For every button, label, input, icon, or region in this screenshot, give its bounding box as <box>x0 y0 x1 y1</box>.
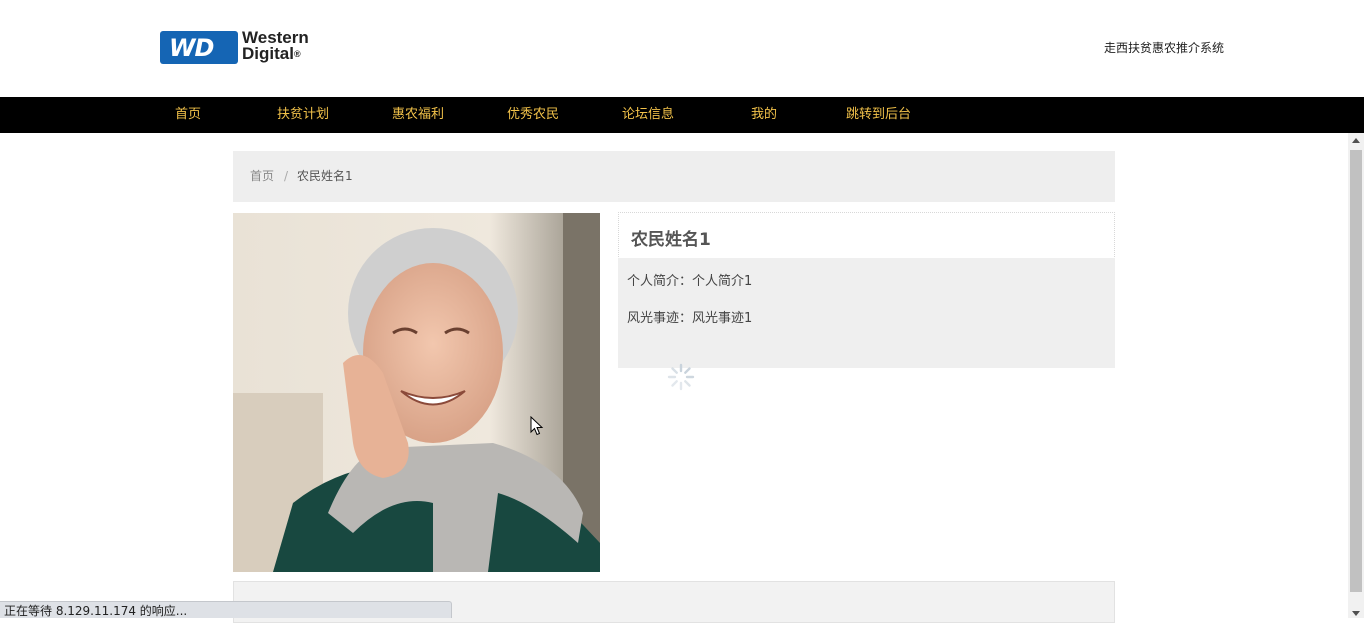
wd-logo-reg: ® <box>293 49 301 59</box>
intro-value: 个人简介1 <box>692 274 753 289</box>
nav-item-farmer-welfare[interactable]: 惠农福利 <box>392 97 444 133</box>
scroll-down-arrow-icon[interactable] <box>1352 611 1360 616</box>
western-digital-logo[interactable]: WD Western Digital® <box>160 29 332 66</box>
wd-logo-line2: Digital <box>242 44 294 63</box>
nav-item-mine[interactable]: 我的 <box>751 97 777 133</box>
nav-item-poverty-plan[interactable]: 扶贫计划 <box>277 97 329 133</box>
story-row: 风光事迹：风光事迹1 <box>627 307 752 326</box>
breadcrumb: 首页 / 农民姓名1 <box>233 151 1115 202</box>
intro-row: 个人简介：个人简介1 <box>627 270 752 289</box>
page-scrollbar[interactable] <box>1348 133 1364 618</box>
site-name: 走西扶贫惠农推介系统 <box>1103 41 1224 55</box>
mouse-cursor-icon <box>530 416 544 436</box>
nav-item-forum[interactable]: 论坛信息 <box>622 97 674 133</box>
story-value: 风光事迹1 <box>692 311 753 326</box>
breadcrumb-separator: / <box>284 169 289 183</box>
scroll-up-arrow-icon[interactable] <box>1352 138 1360 143</box>
wd-logo-mark: WD <box>160 31 238 64</box>
wd-logo-wordmark: Western Digital® <box>242 29 332 63</box>
nav-item-home[interactable]: 首页 <box>175 97 201 133</box>
main-nav: 首页 扶贫计划 惠农福利 优秀农民 论坛信息 我的 跳转到后台 <box>0 97 1364 133</box>
breadcrumb-current: 农民姓名1 <box>297 169 353 183</box>
story-label: 风光事迹： <box>627 311 693 326</box>
farmer-photo <box>233 213 600 572</box>
site-header: WD Western Digital® 走西扶贫惠农推介系统 <box>0 0 1364 97</box>
farmer-name: 农民姓名1 <box>631 230 711 250</box>
farmer-photo-illustration <box>233 213 600 572</box>
wd-logo-mark-text: WD <box>169 34 214 62</box>
loading-spinner-icon <box>667 363 695 391</box>
nav-item-admin[interactable]: 跳转到后台 <box>846 97 911 133</box>
scroll-thumb[interactable] <box>1350 150 1362 592</box>
farmer-name-header: 农民姓名1 <box>618 212 1115 259</box>
nav-item-excellent-farmers[interactable]: 优秀农民 <box>507 97 559 133</box>
farmer-info-panel: 个人简介：个人简介1 风光事迹：风光事迹1 <box>618 258 1115 368</box>
intro-label: 个人简介： <box>627 274 693 289</box>
browser-status-bar: 正在等待 8.129.11.174 的响应... <box>0 601 452 618</box>
breadcrumb-home-link[interactable]: 首页 <box>250 151 274 202</box>
